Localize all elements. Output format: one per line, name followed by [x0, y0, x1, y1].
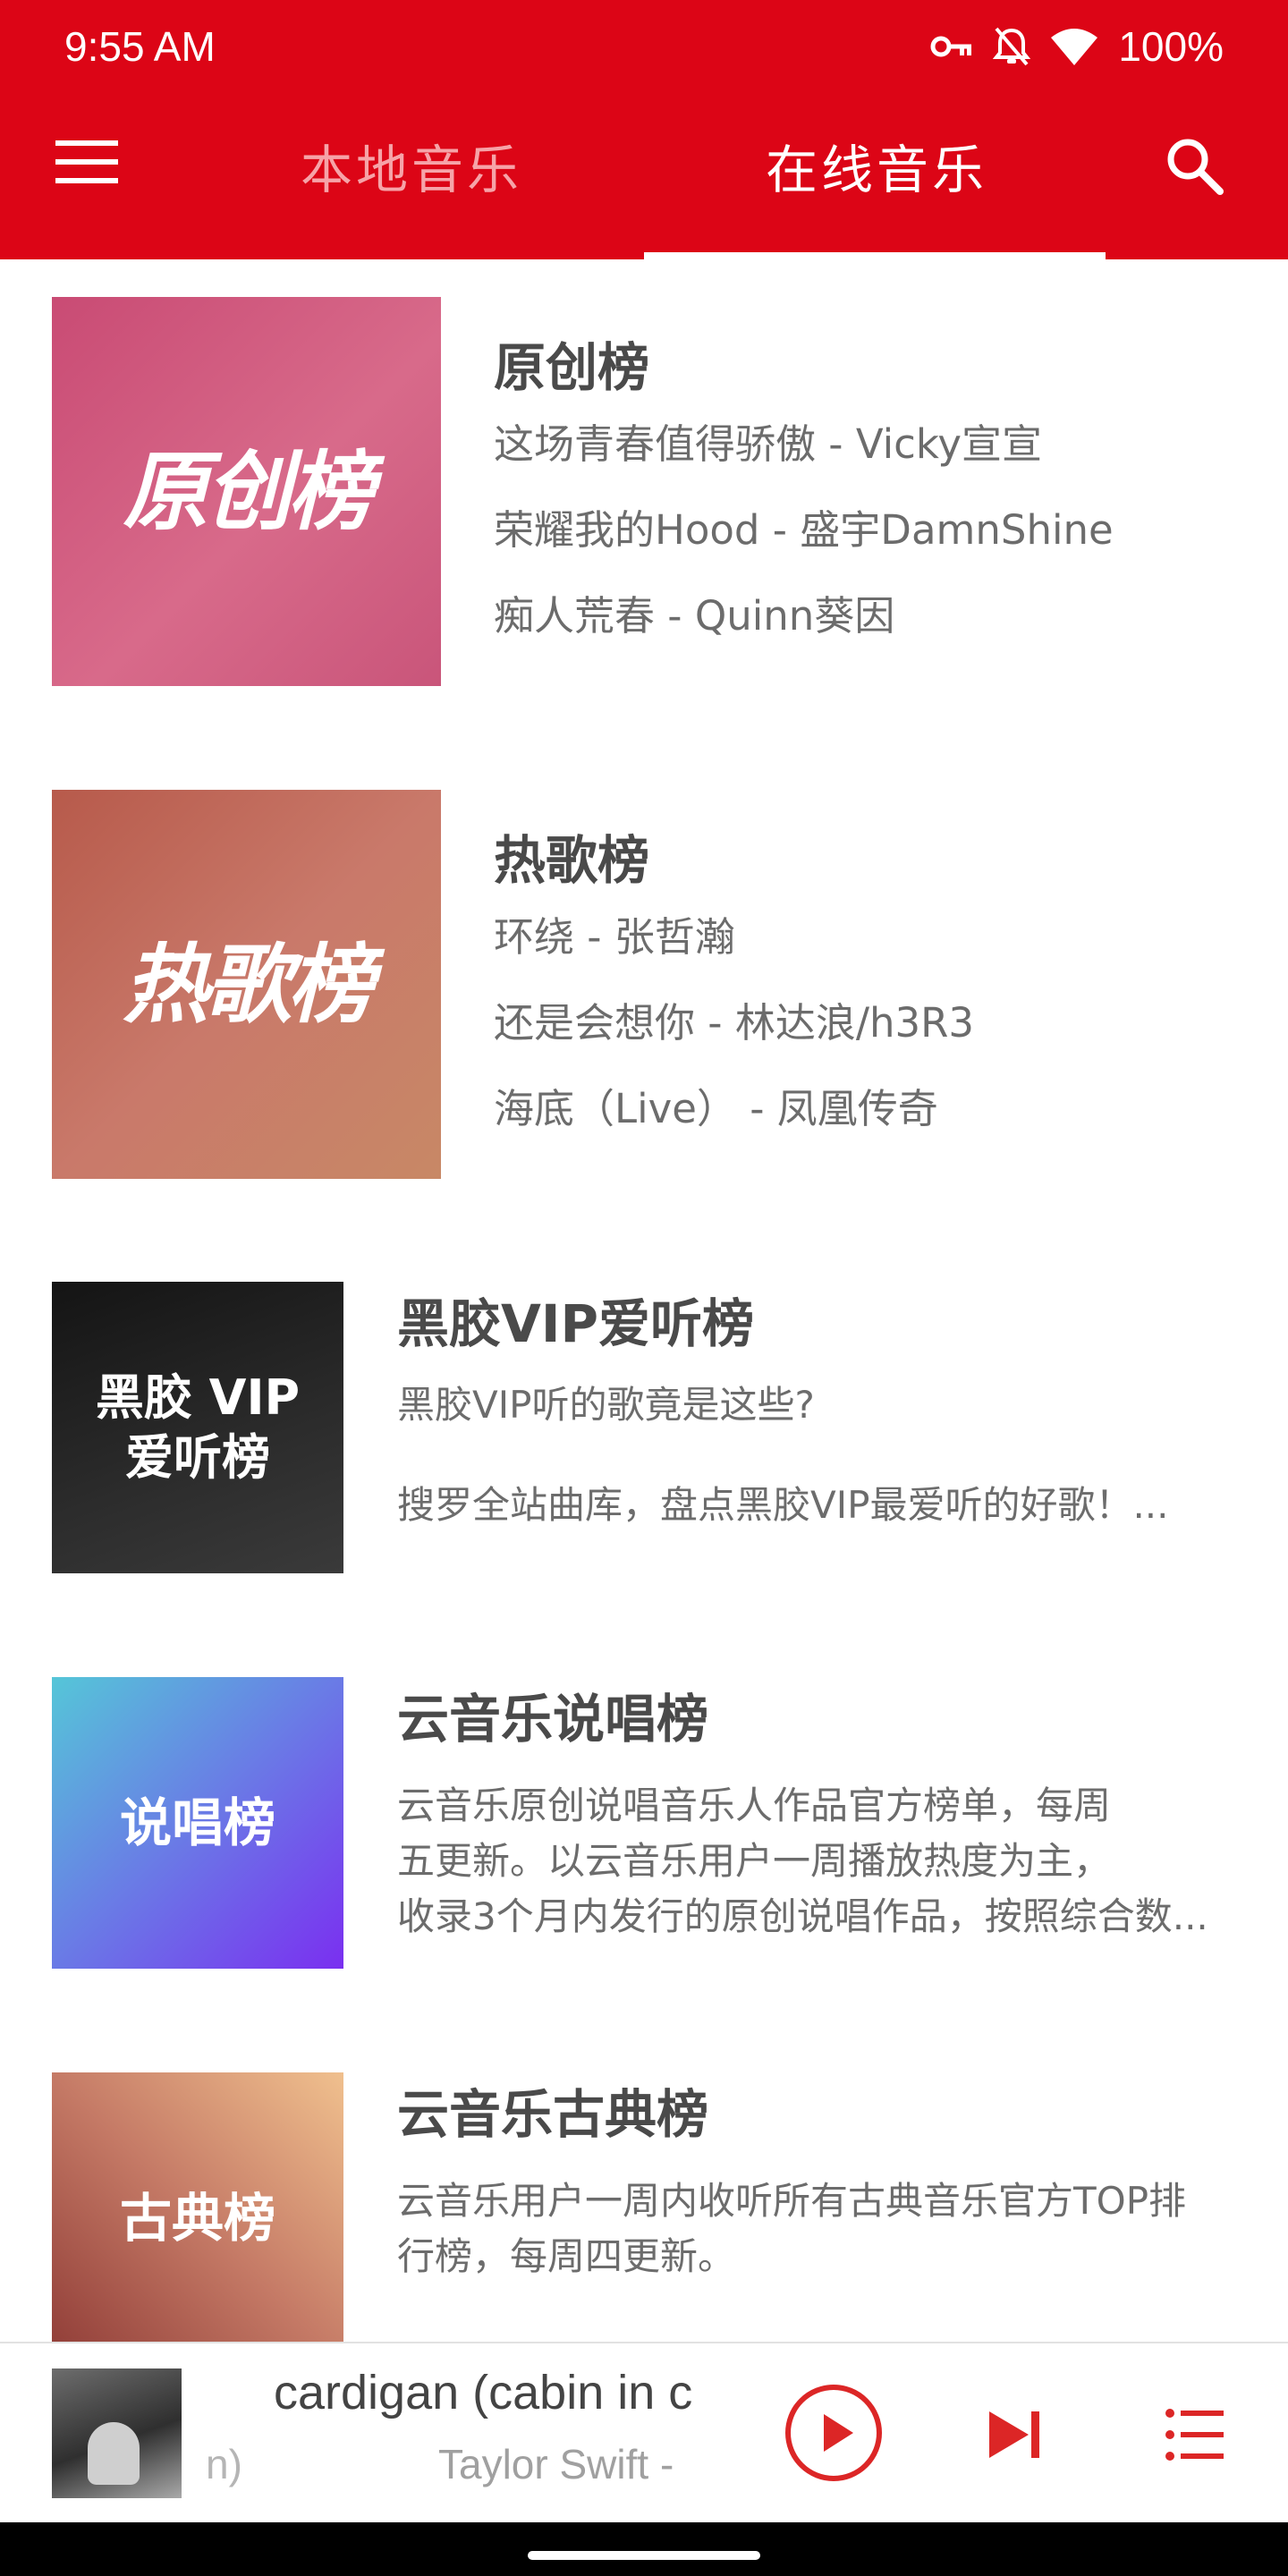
play-icon: [784, 2383, 884, 2483]
chart-title: 热歌榜: [494, 830, 650, 891]
chart-title: 黑胶VIP爱听榜: [397, 1293, 754, 1354]
chart-description-line: 云音乐原创说唱音乐人作品官方榜单，每周: [397, 1784, 1112, 1827]
app-bar: 9:55 AM 100% 本地音乐 在线音乐: [0, 0, 1288, 259]
search-button[interactable]: [1163, 134, 1234, 206]
chart-description-line: 黑胶VIP听的歌竟是这些?: [397, 1383, 815, 1427]
tab-online-music[interactable]: 在线音乐: [733, 130, 1020, 210]
chart-song-line: 海底（Live） - 凤凰传奇: [494, 1085, 938, 1132]
chart-description-line: 行榜，每周四更新。: [397, 2234, 736, 2278]
search-icon: [1163, 134, 1234, 197]
chart-cover-label: 原创榜: [123, 441, 374, 542]
bell-off-icon: [993, 25, 1031, 68]
playlist-button[interactable]: [1163, 2402, 1227, 2467]
battery-level: 100%: [1118, 23, 1224, 70]
chart-title: 原创榜: [494, 337, 650, 398]
chart-cover-label-line2: 爱听榜: [124, 1429, 270, 1486]
now-playing-title: cardigan (cabin in c: [274, 2366, 693, 2419]
tab-indicator: [644, 252, 1106, 259]
chart-cover: 原创榜: [52, 297, 441, 686]
menu-button[interactable]: [55, 139, 127, 196]
album-art-portrait: [88, 2422, 140, 2485]
chart-item-rap[interactable]: 说唱榜 云音乐说唱榜 云音乐原创说唱音乐人作品官方榜单，每周 五更新。以云音乐用…: [0, 1677, 1288, 1969]
status-time: 9:55 AM: [64, 23, 216, 70]
chart-song-line: 还是会想你 - 林达浪/h3R3: [494, 999, 975, 1046]
chart-description-line: 云音乐用户一周内收听所有古典音乐官方TOP排: [397, 2179, 1187, 2223]
chart-item-hot[interactable]: 热歌榜 热歌榜 环绕 - 张哲瀚 还是会想你 - 林达浪/h3R3 海底（Liv…: [0, 790, 1288, 1179]
now-playing-title-overflow: n): [206, 2441, 242, 2487]
tab-local-music[interactable]: 本地音乐: [268, 130, 555, 210]
chart-cover: 古典榜: [52, 2072, 343, 2364]
chart-description-line: 收录3个月内发行的原创说唱作品，按照综合数...: [397, 1894, 1208, 1938]
chart-description-line: 搜罗全站曲库，盘点黑胶VIP最爱听的好歌！...: [397, 1483, 1169, 1527]
status-icons: 100%: [930, 20, 1224, 73]
play-button[interactable]: [784, 2383, 884, 2483]
chart-cover: 黑胶 VIP 爱听榜: [52, 1282, 343, 1573]
chart-title: 云音乐古典榜: [397, 2084, 709, 2145]
now-playing-album-art[interactable]: [52, 2368, 182, 2498]
skip-next-icon: [982, 2402, 1046, 2467]
chart-cover-label: 说唱榜: [119, 1792, 275, 1853]
chart-song-line: 痴人荒春 - Quinn葵因: [494, 592, 895, 640]
vpn-key-icon: [930, 33, 973, 60]
now-playing-artist: Taylor Swift -: [438, 2441, 674, 2487]
chart-song-line: 这场青春值得骄傲 - Vicky宣宣: [494, 420, 1042, 468]
chart-cover-label: 古典榜: [119, 2187, 275, 2249]
chart-cover: 说唱榜: [52, 1677, 343, 1969]
chart-cover-label-line1: 黑胶 VIP: [95, 1368, 301, 1426]
next-button[interactable]: [982, 2402, 1046, 2467]
chart-item-classical[interactable]: 古典榜 云音乐古典榜 云音乐用户一周内收听所有古典音乐官方TOP排 行榜，每周四…: [0, 2072, 1288, 2364]
chart-description-line: 五更新。以云音乐用户一周播放热度为主，: [397, 1839, 1112, 1883]
chart-title: 云音乐说唱榜: [397, 1689, 709, 1750]
wifi-icon: [1050, 27, 1098, 66]
menu-icon: [55, 139, 127, 185]
chart-cover: 热歌榜: [52, 790, 441, 1179]
now-playing-info[interactable]: cardigan (cabin in c n) Taylor Swift -: [206, 2361, 716, 2504]
chart-cover-label: 热歌榜: [123, 934, 374, 1035]
chart-item-original[interactable]: 原创榜 原创榜 这场青春值得骄傲 - Vicky宣宣 荣耀我的Hood - 盛宇…: [0, 297, 1288, 686]
chart-cover-label: 黑胶 VIP 爱听榜: [96, 1368, 300, 1488]
playlist-icon: [1163, 2402, 1227, 2467]
system-navigation-bar: [0, 2522, 1288, 2576]
home-gesture-handle[interactable]: [528, 2551, 760, 2560]
chart-song-line: 环绕 - 张哲瀚: [494, 913, 735, 961]
chart-item-vip[interactable]: 黑胶 VIP 爱听榜 黑胶VIP爱听榜 黑胶VIP听的歌竟是这些? 搜罗全站曲库…: [0, 1282, 1288, 1573]
chart-song-line: 荣耀我的Hood - 盛宇DamnShine: [494, 506, 1114, 554]
